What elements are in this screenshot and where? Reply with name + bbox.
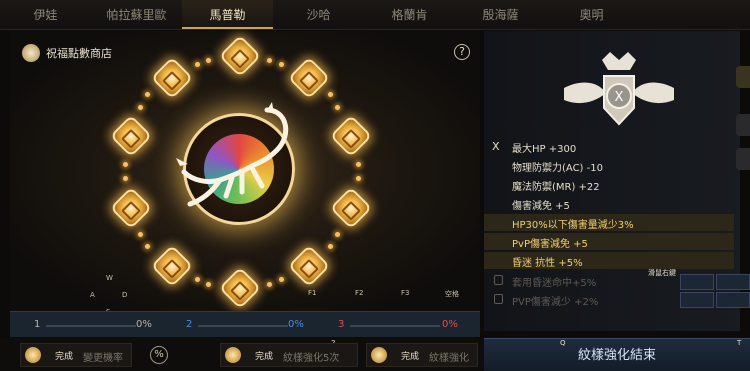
key-space: 空格 [445, 290, 459, 298]
progress-bar-2 [198, 325, 288, 327]
tab-gran-kain[interactable]: 格蘭肯 [364, 0, 455, 29]
tab-sayha[interactable]: 沙哈 [273, 0, 364, 29]
change-rate-slot[interactable]: 完成 變更機率 [20, 343, 132, 367]
side-toolbar [736, 60, 750, 180]
path-dot [335, 232, 340, 237]
help-icon[interactable]: ? [454, 44, 470, 60]
skill-slot[interactable] [716, 292, 750, 308]
path-dot [206, 282, 211, 287]
path-dot [195, 62, 200, 67]
key-d: D [122, 291, 128, 299]
key-a: A [90, 291, 95, 299]
stat-line: 最大HP +300 [512, 144, 577, 155]
progress-percent-3: 0% [442, 319, 458, 330]
progress-percent-2: 0% [288, 319, 304, 330]
key-f3: F3 [401, 289, 410, 297]
tab-bar: 伊娃 帕拉蘇里歐 馬普勒 沙哈 格蘭肯 殷海薩 奧明 [0, 0, 750, 30]
star-icon[interactable] [736, 66, 750, 88]
progress-index-3: 3 [338, 319, 345, 330]
percent-icon[interactable]: % [150, 346, 168, 364]
path-dot [335, 105, 340, 110]
key-t: T [737, 339, 742, 347]
done-label: 完成 [55, 352, 74, 362]
done-label: 完成 [401, 352, 420, 362]
key-f2: F2 [355, 289, 364, 297]
path-dot [328, 244, 333, 249]
blessing-shop-icon [22, 44, 40, 62]
path-dot [279, 277, 284, 282]
tab-paagrio[interactable]: 帕拉蘇里歐 [91, 0, 182, 29]
progress-bar-1 [46, 325, 136, 327]
tab-eva[interactable]: 伊娃 [0, 0, 91, 29]
gold-badge-icon [371, 347, 387, 363]
blessing-shop-link[interactable]: 祝福點數商店 [22, 44, 112, 62]
skill-slot[interactable] [680, 292, 714, 308]
skill-slot[interactable] [716, 274, 750, 290]
path-dot [206, 58, 211, 63]
end-enhance-label: 紋樣強化結束 [577, 348, 656, 363]
key-q: Q [560, 339, 566, 347]
skill-slot[interactable] [680, 274, 714, 290]
blessing-shop-label: 祝福點數商店 [46, 47, 112, 60]
path-dot [267, 282, 272, 287]
progress-percent-1: 0% [136, 319, 152, 330]
lock-icon [494, 275, 503, 285]
stat-line: 傷害減免 +5 [512, 201, 570, 212]
lock-icon [494, 294, 503, 304]
path-dot [123, 176, 128, 181]
path-dot [356, 176, 361, 181]
tab-maphr[interactable]: 馬普勒 [182, 0, 273, 29]
path-dot [138, 105, 143, 110]
stat-line-bonus: HP30%以下傷害量減少3% [512, 220, 634, 231]
close-x-label[interactable]: X [492, 140, 500, 153]
gold-badge-icon [225, 347, 241, 363]
gold-badge-icon [25, 347, 41, 363]
emblem-label: X [615, 90, 624, 105]
scorpion-constellation-icon [176, 102, 289, 207]
key-w: W [106, 274, 113, 282]
path-dot [138, 232, 143, 237]
stat-line: 魔法防禦(MR) +22 [512, 182, 600, 193]
end-enhance-button[interactable]: 紋樣強化結束 [484, 338, 750, 371]
right-click-label: 滑鼠右鍵 [648, 269, 676, 277]
path-dot [267, 58, 272, 63]
path-dot [356, 162, 361, 167]
path-dot [328, 92, 333, 97]
enhance-5x-label: 紋樣強化5次 [283, 353, 340, 364]
progress-index-1: 1 [34, 319, 41, 330]
refresh-icon[interactable] [736, 148, 750, 170]
progress-bar-3 [350, 325, 440, 327]
path-dot [123, 162, 128, 167]
stat-line-bonus: 昏迷 抗性 +5% [512, 258, 583, 269]
stat-line-locked: PVP傷害減少 +2% [512, 297, 599, 308]
winged-crest-emblem: X [564, 52, 674, 126]
tab-aumin[interactable]: 奧明 [546, 0, 637, 29]
play-icon[interactable] [736, 114, 750, 136]
stat-line: 物理防禦力(AC) -10 [512, 163, 603, 174]
enhance-slot[interactable]: 完成 紋樣強化 [366, 343, 478, 367]
path-dot [195, 277, 200, 282]
path-dot [145, 244, 150, 249]
stat-line-locked: 套用昏迷命中+5% [512, 278, 597, 289]
path-dot [279, 62, 284, 67]
progress-strip: 1 0% 2 0% 3 0% [10, 311, 480, 337]
done-label: 完成 [255, 352, 274, 362]
stat-line-bonus: PvP傷害減免 +5 [512, 239, 588, 250]
enhance-label: 紋樣強化 [429, 353, 469, 364]
path-dot [145, 92, 150, 97]
tab-einhasad[interactable]: 殷海薩 [455, 0, 546, 29]
progress-index-2: 2 [186, 319, 193, 330]
change-rate-label: 變更機率 [83, 353, 123, 364]
enhance-5x-slot[interactable]: 完成 紋樣強化5次 [220, 343, 358, 367]
key-f1: F1 [308, 289, 317, 297]
